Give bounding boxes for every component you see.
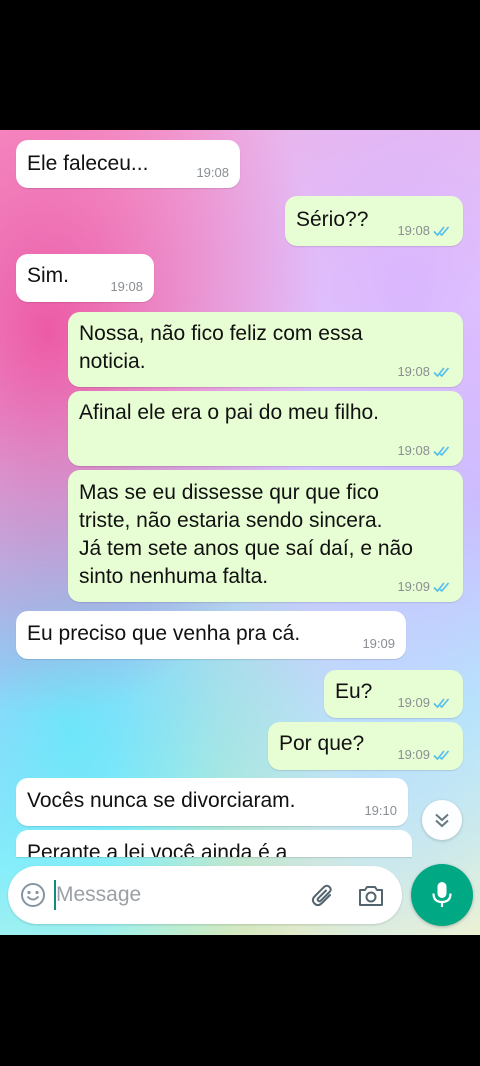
- message-meta: 19:08: [397, 223, 452, 238]
- message-incoming[interactable]: Perante a lei você ainda é a: [16, 830, 412, 857]
- message-outgoing[interactable]: Nossa, não fico feliz com essa noticia. …: [68, 312, 463, 387]
- message-meta: 19:10: [364, 803, 397, 818]
- message-text: Ele faleceu...: [27, 152, 149, 175]
- message-meta: 19:08: [397, 364, 452, 379]
- message-time: 19:08: [397, 223, 430, 238]
- message-meta: 19:09: [397, 747, 452, 762]
- double-chevron-down-icon: [435, 813, 449, 828]
- message-time: 19:10: [364, 803, 397, 818]
- attach-button[interactable]: [308, 881, 338, 911]
- emoji-icon: [21, 883, 45, 907]
- message-text: Afinal ele era o pai do meu filho.: [79, 401, 380, 424]
- message-text: Vocês nunca se divorciaram.: [27, 789, 296, 812]
- message-time: 19:08: [196, 165, 229, 180]
- message-outgoing[interactable]: Sério?? 19:08: [285, 196, 463, 246]
- message-time: 19:09: [397, 747, 430, 762]
- message-text: Sério??: [296, 208, 369, 231]
- read-ticks-icon: [433, 581, 450, 592]
- message-outgoing[interactable]: Por que? 19:09: [268, 722, 463, 770]
- mic-icon: [432, 882, 452, 907]
- read-ticks-icon: [433, 225, 450, 236]
- message-outgoing[interactable]: Mas se eu dissesse qur que fico triste, …: [68, 470, 463, 602]
- scroll-to-bottom-button[interactable]: [422, 800, 462, 840]
- message-time: 19:08: [110, 279, 143, 294]
- message-text: Eu preciso que venha pra cá.: [27, 622, 301, 645]
- emoji-button[interactable]: [20, 882, 46, 908]
- message-time: 19:08: [397, 443, 430, 458]
- message-meta: 19:09: [397, 579, 452, 594]
- message-meta: 19:08: [196, 165, 229, 180]
- message-incoming[interactable]: Vocês nunca se divorciaram. 19:10: [16, 778, 408, 826]
- message-text: Mas se eu dissesse qur que fico triste, …: [79, 481, 413, 588]
- read-ticks-icon: [433, 445, 450, 456]
- message-meta: 19:09: [362, 636, 395, 651]
- camera-button[interactable]: [356, 881, 386, 911]
- message-time: 19:09: [397, 695, 430, 710]
- message-meta: 19:08: [397, 443, 452, 458]
- message-meta: 19:08: [110, 279, 143, 294]
- read-ticks-icon: [433, 697, 450, 708]
- text-cursor: [54, 880, 56, 910]
- voice-message-button[interactable]: [411, 864, 473, 926]
- message-time: 19:09: [362, 636, 395, 651]
- message-text: Nossa, não fico feliz com essa noticia.: [79, 322, 363, 373]
- message-outgoing[interactable]: Eu? 19:09: [324, 670, 463, 718]
- message-input[interactable]: [54, 880, 298, 910]
- message-incoming[interactable]: Sim. 19:08: [16, 254, 154, 302]
- message-time: 19:08: [397, 364, 430, 379]
- message-text: Sim.: [27, 264, 69, 287]
- message-time: 19:09: [397, 579, 430, 594]
- paperclip-icon: [311, 884, 332, 907]
- read-ticks-icon: [433, 366, 450, 377]
- message-incoming[interactable]: Ele faleceu... 19:08: [16, 140, 240, 188]
- message-composer: [8, 866, 402, 924]
- message-text: Por que?: [279, 732, 365, 755]
- message-text: Perante a lei você ainda é a: [27, 841, 288, 857]
- message-meta: 19:09: [397, 695, 452, 710]
- read-ticks-icon: [433, 749, 450, 760]
- message-text: Eu?: [335, 680, 373, 703]
- camera-icon: [359, 886, 383, 906]
- message-outgoing[interactable]: Afinal ele era o pai do meu filho. 19:08: [68, 391, 463, 466]
- message-incoming[interactable]: Eu preciso que venha pra cá. 19:09: [16, 611, 406, 659]
